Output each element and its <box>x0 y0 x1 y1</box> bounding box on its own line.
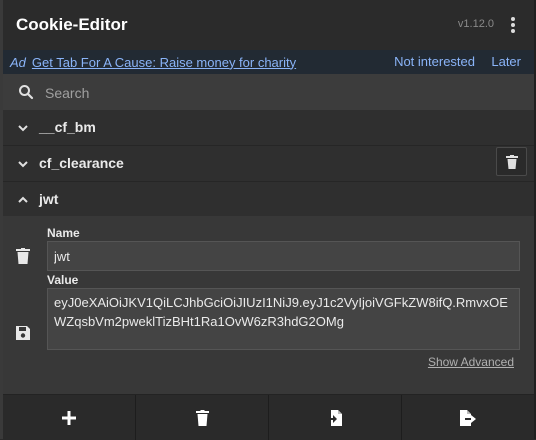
add-cookie-button[interactable] <box>3 395 136 440</box>
save-icon[interactable] <box>16 326 30 340</box>
header: Cookie-Editor v1.12.0 <box>3 0 534 50</box>
name-field[interactable] <box>47 241 520 271</box>
search-bar <box>3 74 534 110</box>
search-icon <box>19 85 34 100</box>
delete-cookie-button[interactable] <box>496 147 527 176</box>
more-options-icon[interactable] <box>510 17 516 33</box>
chevron-down-icon <box>18 161 28 168</box>
import-button[interactable] <box>269 395 402 440</box>
ad-banner: Ad Get Tab For A Cause: Raise money for … <box>3 50 534 74</box>
name-label: Name <box>47 226 80 240</box>
not-interested-link[interactable]: Not interested <box>394 54 475 69</box>
value-field[interactable]: eyJ0eXAiOiJKV1QiLCJhbGciOiJIUzI1NiJ9.eyJ… <box>47 288 520 350</box>
cookie-row-cf-clearance[interactable]: cf_clearance <box>3 146 534 182</box>
delete-all-button[interactable] <box>136 395 269 440</box>
import-icon <box>327 409 342 426</box>
trash-icon <box>505 154 518 169</box>
ad-link[interactable]: Get Tab For A Cause: Raise money for cha… <box>32 55 296 70</box>
chevron-down-icon <box>18 125 28 132</box>
search-input[interactable] <box>43 80 517 106</box>
trash-icon <box>195 409 209 426</box>
cookie-editor-panel: Name Value eyJ0eXAiOiJKV1QiLCJhbGciOiJIU… <box>3 216 534 394</box>
version-label: v1.12.0 <box>457 18 494 30</box>
bottom-toolbar <box>3 394 534 440</box>
chevron-up-icon <box>18 196 28 203</box>
value-label: Value <box>47 273 79 287</box>
cookie-editor-window: Cookie-Editor v1.12.0 Ad Get Tab For A C… <box>0 0 536 440</box>
later-link[interactable]: Later <box>491 54 521 69</box>
show-advanced-link[interactable]: Show Advanced <box>428 355 514 369</box>
cookie-name: cf_clearance <box>39 155 124 171</box>
cookie-name: jwt <box>39 191 59 207</box>
cookie-row-jwt[interactable]: jwt <box>3 182 534 217</box>
ad-tag: Ad <box>10 54 26 70</box>
export-button[interactable] <box>402 395 534 440</box>
app-title: Cookie-Editor <box>16 15 128 34</box>
window-border <box>0 0 3 439</box>
plus-icon <box>62 410 76 425</box>
cookie-name: __cf_bm <box>39 119 96 135</box>
export-icon <box>460 409 476 426</box>
trash-icon[interactable] <box>16 248 30 264</box>
cookie-row-cf-bm[interactable]: __cf_bm <box>3 110 534 146</box>
